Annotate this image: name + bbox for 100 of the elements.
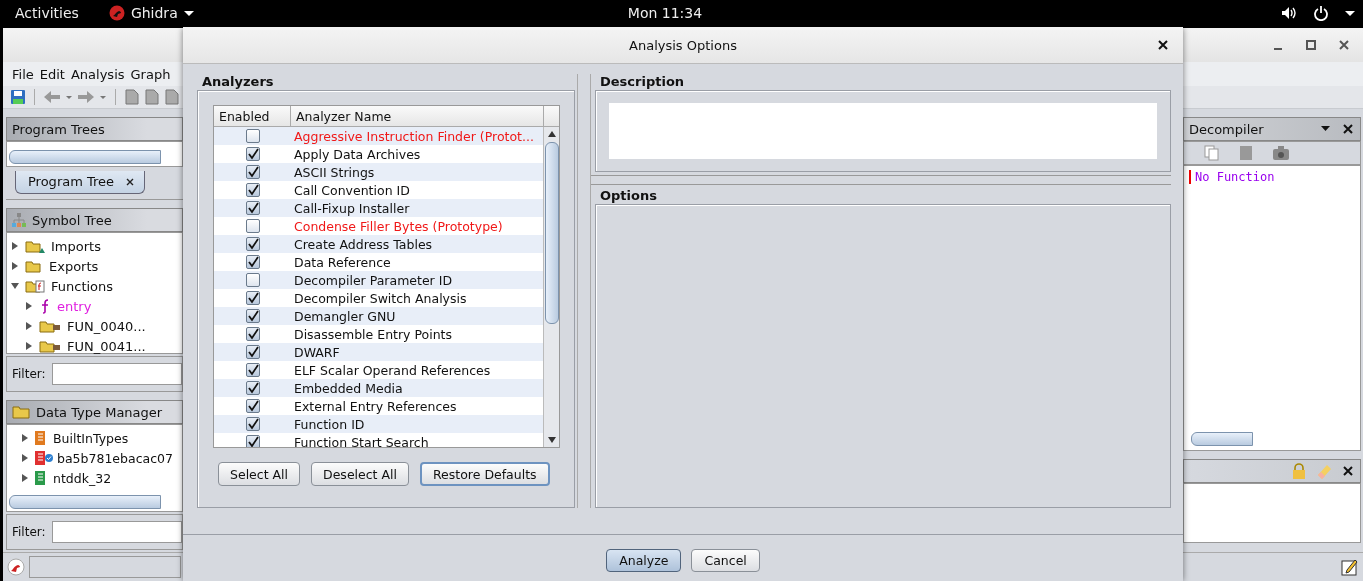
collapsed-arrow-icon[interactable]	[25, 322, 33, 330]
check-icon	[246, 346, 259, 358]
checkbox[interactable]	[245, 417, 260, 431]
tree-item[interactable]: Exports	[49, 258, 99, 274]
checkbox[interactable]	[245, 381, 260, 395]
collapsed-arrow-icon[interactable]	[25, 342, 33, 350]
scrollbar[interactable]	[1191, 432, 1253, 446]
edit-icon[interactable]	[1341, 558, 1359, 576]
analyzer-name[interactable]: Data Reference	[291, 254, 543, 270]
analyzer-name[interactable]: Condense Filler Bytes (Prototype)	[291, 218, 543, 234]
tree-item[interactable]: FUN_0041...	[67, 338, 146, 354]
save-icon[interactable]	[10, 89, 26, 105]
collapsed-arrow-icon[interactable]	[21, 474, 29, 482]
close-icon[interactable]	[126, 177, 135, 186]
folder-icon	[12, 405, 30, 419]
caret-icon[interactable]	[1345, 8, 1355, 18]
column-header[interactable]: Analyzer Name	[291, 106, 544, 126]
section-title: Analyzers	[201, 74, 274, 90]
tree-item[interactable]: ba5b781ebacac07	[57, 450, 173, 466]
program-tree-tab[interactable]: Program Tree	[15, 171, 146, 194]
maximize-icon[interactable]	[1305, 39, 1317, 51]
menu-item[interactable]: Analysis	[70, 66, 125, 82]
folder-icon	[39, 318, 61, 334]
analyzer-name[interactable]: Function Start Search	[291, 434, 543, 447]
checkbox[interactable]	[245, 309, 260, 323]
checkbox[interactable]	[245, 363, 260, 377]
checkbox[interactable]	[245, 435, 260, 447]
analyzer-name[interactable]: Disassemble Entry Points	[291, 326, 543, 342]
panel-title: Decompiler	[1189, 121, 1264, 137]
filter-field[interactable]	[51, 521, 182, 543]
checkbox[interactable]	[245, 183, 260, 197]
checkbox[interactable]	[245, 129, 260, 143]
tree-icon	[12, 213, 26, 227]
scrollbar[interactable]	[9, 495, 161, 509]
checkbox[interactable]	[245, 399, 260, 413]
button[interactable]: Select All	[218, 462, 301, 486]
checkbox[interactable]	[245, 291, 260, 305]
scroll-thumb[interactable]	[544, 142, 559, 324]
folder-icon	[25, 238, 45, 254]
book-icon	[33, 450, 53, 466]
speaker-icon[interactable]	[1281, 5, 1297, 21]
button[interactable]: Analyze	[606, 548, 682, 572]
collapsed-arrow-icon[interactable]	[21, 434, 29, 442]
document-icon[interactable]	[144, 89, 160, 105]
filter-field[interactable]	[51, 363, 182, 385]
checkbox[interactable]	[245, 219, 260, 233]
collapsed-arrow-icon[interactable]	[21, 454, 29, 462]
close-icon[interactable]	[1157, 39, 1169, 51]
button[interactable]: Cancel	[691, 548, 760, 572]
tree-item[interactable]: Functions	[51, 278, 114, 294]
column-header[interactable]: Enabled	[214, 106, 291, 126]
panel-title: Symbol Tree	[32, 212, 112, 228]
document-icon[interactable]	[164, 89, 180, 105]
checkbox[interactable]	[245, 147, 260, 161]
tree-item[interactable]: Imports	[51, 238, 101, 254]
check-icon	[246, 238, 259, 250]
analyzer-name[interactable]: Call Convention ID	[291, 182, 543, 198]
close-icon[interactable]	[1338, 39, 1350, 51]
camera-icon[interactable]	[1272, 145, 1290, 161]
checkbox[interactable]	[245, 237, 260, 251]
document-icon[interactable]	[124, 89, 140, 105]
menu-item[interactable]: File	[12, 66, 34, 82]
analyzer-name[interactable]: Apply Data Archives	[291, 146, 543, 162]
app-logo-icon	[7, 558, 25, 576]
checkbox[interactable]	[245, 345, 260, 359]
scrollbar[interactable]	[9, 150, 161, 164]
checkbox[interactable]	[245, 273, 260, 287]
expanded-arrow-icon[interactable]	[11, 282, 19, 290]
clock[interactable]: Mon 11:34	[627, 5, 703, 21]
scrollbar[interactable]	[543, 127, 559, 447]
collapsed-arrow-icon[interactable]	[11, 242, 19, 250]
button[interactable]: Deselect All	[311, 462, 409, 486]
close-icon[interactable]	[1342, 465, 1354, 477]
app-menu[interactable]: Ghidra	[108, 5, 194, 21]
menu-item[interactable]: Graph	[130, 66, 171, 82]
check-icon	[246, 436, 259, 447]
checkbox[interactable]	[245, 255, 260, 269]
button[interactable]: Restore Defaults	[420, 462, 550, 486]
collapsed-arrow-icon[interactable]	[11, 262, 19, 270]
menu-item[interactable]: Edit	[39, 66, 65, 82]
tree-item[interactable]: entry	[57, 298, 92, 314]
close-icon[interactable]	[1342, 123, 1354, 135]
power-icon[interactable]	[1313, 5, 1329, 21]
function-icon	[39, 298, 51, 314]
section-title: Options	[599, 188, 657, 204]
collapsed-arrow-icon[interactable]	[25, 302, 33, 310]
activities-button[interactable]: Activities	[15, 5, 79, 21]
panel-title: Program Trees	[12, 121, 105, 137]
check-icon	[246, 148, 259, 160]
analyzer-name[interactable]: External Entry References	[291, 398, 543, 414]
tree-item[interactable]: ntddk_32	[53, 470, 112, 486]
checkbox[interactable]	[245, 327, 260, 341]
check-icon	[246, 418, 259, 430]
tree-item[interactable]: BuiltInTypes	[53, 430, 129, 446]
analyzer-name[interactable]: ELF Scalar Operand References	[291, 362, 543, 378]
checkbox[interactable]	[245, 201, 260, 215]
checkbox[interactable]	[245, 165, 260, 179]
check-icon	[246, 400, 259, 412]
analyzer-name[interactable]: Decompiler Switch Analysis	[291, 290, 543, 306]
tree-item[interactable]: FUN_0040...	[67, 318, 146, 334]
